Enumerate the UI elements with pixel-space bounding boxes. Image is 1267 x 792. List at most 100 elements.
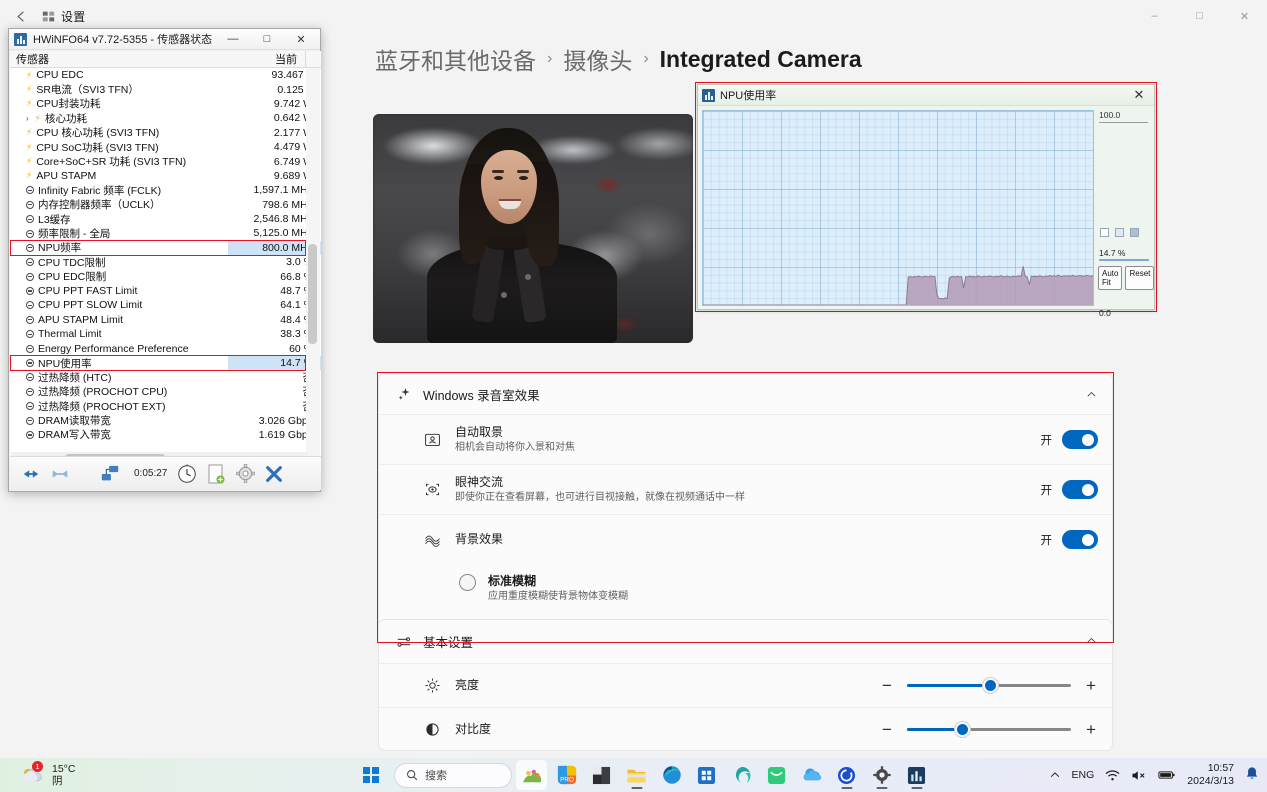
- taskbar-app-photos-gallery[interactable]: [516, 760, 547, 790]
- clock-icon[interactable]: [174, 461, 200, 487]
- hwinfo-close-button[interactable]: ✕: [284, 29, 318, 49]
- start-button[interactable]: [356, 760, 386, 790]
- auto-fit-button[interactable]: Auto Fit: [1098, 266, 1122, 290]
- volume-muted-icon[interactable]: [1131, 769, 1147, 782]
- close-button[interactable]: ✕: [1222, 0, 1267, 32]
- radio-standard-blur[interactable]: 标准模糊 应用重度模糊使背景物体变模糊: [379, 564, 1112, 613]
- scrollbar-thumb[interactable]: [308, 244, 317, 344]
- chevron-up-icon-tray[interactable]: [1049, 769, 1061, 781]
- sensor-network-icon[interactable]: [97, 461, 123, 487]
- slider-thumb[interactable]: [955, 722, 970, 737]
- column-header-current[interactable]: 当前: [221, 51, 305, 67]
- table-row[interactable]: 频率限制 - 全局5,125.0 MHz: [10, 226, 321, 240]
- contrast-decrease-button[interactable]: −: [880, 720, 894, 740]
- brightness-increase-button[interactable]: +: [1084, 676, 1098, 696]
- table-row[interactable]: ⚡APU STAPM9.689 W: [10, 169, 321, 183]
- taskbar-app-microsoft-edge[interactable]: [656, 760, 687, 790]
- radio-standard-blur-control[interactable]: [459, 574, 476, 591]
- reset-button[interactable]: Reset: [1125, 266, 1154, 290]
- table-row[interactable]: 内存控制器频率（UCLK）798.6 MHz: [10, 198, 321, 212]
- minimize-button[interactable]: –: [1132, 0, 1177, 32]
- table-row[interactable]: ⚡CPU封装功耗9.742 W: [10, 97, 321, 111]
- gauge-circle-icon: [26, 431, 34, 439]
- taskbar-app-onedrive[interactable]: [796, 760, 827, 790]
- table-row[interactable]: NPU频率800.0 MHz: [10, 241, 321, 255]
- taskbar-app-dark-square[interactable]: [586, 760, 617, 790]
- search-input[interactable]: 搜索: [394, 763, 512, 788]
- hwinfo-minimize-button[interactable]: —: [216, 29, 250, 49]
- chevron-up-icon[interactable]: [1085, 388, 1098, 401]
- auto-framing-subtitle: 相机会自动将你入景和对焦: [455, 441, 1041, 455]
- maximize-button[interactable]: □: [1177, 0, 1222, 32]
- table-row[interactable]: ›⚡核心功耗0.642 W: [10, 111, 321, 125]
- new-report-icon[interactable]: [203, 461, 229, 487]
- taskbar-app-settings[interactable]: [866, 760, 897, 790]
- basic-settings-header[interactable]: 基本设置: [379, 620, 1112, 663]
- npu-legend-swatch-1[interactable]: [1100, 228, 1109, 237]
- contrast-slider[interactable]: [907, 722, 1071, 738]
- language-indicator[interactable]: ENG: [1072, 769, 1095, 781]
- table-row[interactable]: DRAM写入带宽1.619 Gbps: [10, 428, 321, 442]
- brightness-slider[interactable]: [907, 678, 1071, 694]
- taskbar-app-edge-alt[interactable]: [726, 760, 757, 790]
- gauge-circle-icon: [26, 287, 34, 295]
- table-row[interactable]: CPU EDC限制66.8 %: [10, 269, 321, 283]
- table-row[interactable]: L3缓存2,546.8 MHz: [10, 212, 321, 226]
- brightness-decrease-button[interactable]: −: [880, 676, 894, 696]
- table-row[interactable]: CPU PPT SLOW Limit64.1 %: [10, 298, 321, 312]
- weather-widget[interactable]: 1 15°C 阴: [20, 763, 75, 787]
- table-row[interactable]: Infinity Fabric 频率 (FCLK)1,597.1 MHz: [10, 183, 321, 197]
- background-effects-toggle[interactable]: [1062, 530, 1098, 549]
- clock[interactable]: 10:57 2024/3/13: [1187, 762, 1234, 787]
- expand-both-icon[interactable]: [18, 461, 44, 487]
- table-row[interactable]: ⚡CPU SoC功耗 (SVI3 TFN)4.479 W: [10, 140, 321, 154]
- table-row[interactable]: ⚡CPU 核心功耗 (SVI3 TFN)2.177 W: [10, 126, 321, 140]
- table-row[interactable]: CPU PPT FAST Limit48.7 %: [10, 284, 321, 298]
- column-header-sensor[interactable]: 传感器: [10, 51, 221, 67]
- sensor-name-cell: ⚡CPU封装功耗: [10, 96, 228, 111]
- wifi-icon[interactable]: [1105, 769, 1120, 782]
- table-row[interactable]: ⚡CPU EDC93.467 A: [10, 68, 321, 82]
- taskbar-app-wps-office[interactable]: PRO: [551, 760, 582, 790]
- table-row[interactable]: ⚡SR电流（SVI3 TFN）0.125 A: [10, 82, 321, 96]
- hwinfo-vertical-scrollbar[interactable]: [306, 68, 320, 463]
- table-row[interactable]: Energy Performance Preference60 %: [10, 341, 321, 355]
- table-row[interactable]: CPU TDC限制3.0 %: [10, 255, 321, 269]
- hwinfo-maximize-button[interactable]: □: [250, 29, 284, 49]
- table-row[interactable]: NPU使用率14.7 %: [10, 356, 321, 370]
- eye-contact-toggle[interactable]: [1062, 480, 1098, 499]
- search-placeholder: 搜索: [425, 767, 447, 783]
- expand-chevron-icon[interactable]: ›: [26, 114, 29, 123]
- taskbar-app-green-mail[interactable]: [761, 760, 792, 790]
- settings-gear-icon[interactable]: [232, 461, 258, 487]
- table-row[interactable]: ⚡Core+SoC+SR 功耗 (SVI3 TFN)6.749 W: [10, 154, 321, 168]
- close-x-icon[interactable]: [261, 461, 287, 487]
- npu-legend-swatch-2[interactable]: [1115, 228, 1124, 237]
- breadcrumb-item-cameras[interactable]: 摄像头: [563, 42, 632, 76]
- table-row[interactable]: 过热降频 (PROCHOT CPU)否: [10, 385, 321, 399]
- taskbar-app-microsoft-store[interactable]: [691, 760, 722, 790]
- collapse-both-icon[interactable]: [47, 461, 73, 487]
- table-row[interactable]: DRAM读取带宽3.026 Gbps: [10, 413, 321, 427]
- contrast-increase-button[interactable]: +: [1084, 720, 1098, 740]
- breadcrumb-item-bluetooth[interactable]: 蓝牙和其他设备: [375, 42, 536, 76]
- bell-icon[interactable]: [1245, 766, 1259, 784]
- taskbar-app-file-explorer[interactable]: [621, 760, 652, 790]
- sensor-name-cell: 过热降频 (PROCHOT EXT): [10, 399, 228, 414]
- table-row[interactable]: 过热降频 (PROCHOT EXT)否: [10, 399, 321, 413]
- npu-graph-close-button[interactable]: ✕: [1128, 86, 1150, 104]
- npu-graph-plot-area[interactable]: [702, 110, 1094, 306]
- table-row[interactable]: 过热降频 (HTC)否: [10, 370, 321, 384]
- battery-icon[interactable]: [1158, 769, 1176, 781]
- back-button[interactable]: [4, 1, 38, 31]
- npu-legend-swatch-3[interactable]: [1130, 228, 1139, 237]
- taskbar-app-hwinfo[interactable]: [901, 760, 932, 790]
- camera-person-brow-right: [517, 170, 529, 173]
- auto-framing-toggle[interactable]: [1062, 430, 1098, 449]
- studio-effects-header[interactable]: Windows 录音室效果: [379, 374, 1112, 414]
- slider-thumb[interactable]: [983, 678, 998, 693]
- chevron-up-icon-2[interactable]: [1085, 634, 1098, 650]
- table-row[interactable]: Thermal Limit38.3 %: [10, 327, 321, 341]
- table-row[interactable]: APU STAPM Limit48.4 %: [10, 313, 321, 327]
- taskbar-app-blue-circle[interactable]: [831, 760, 862, 790]
